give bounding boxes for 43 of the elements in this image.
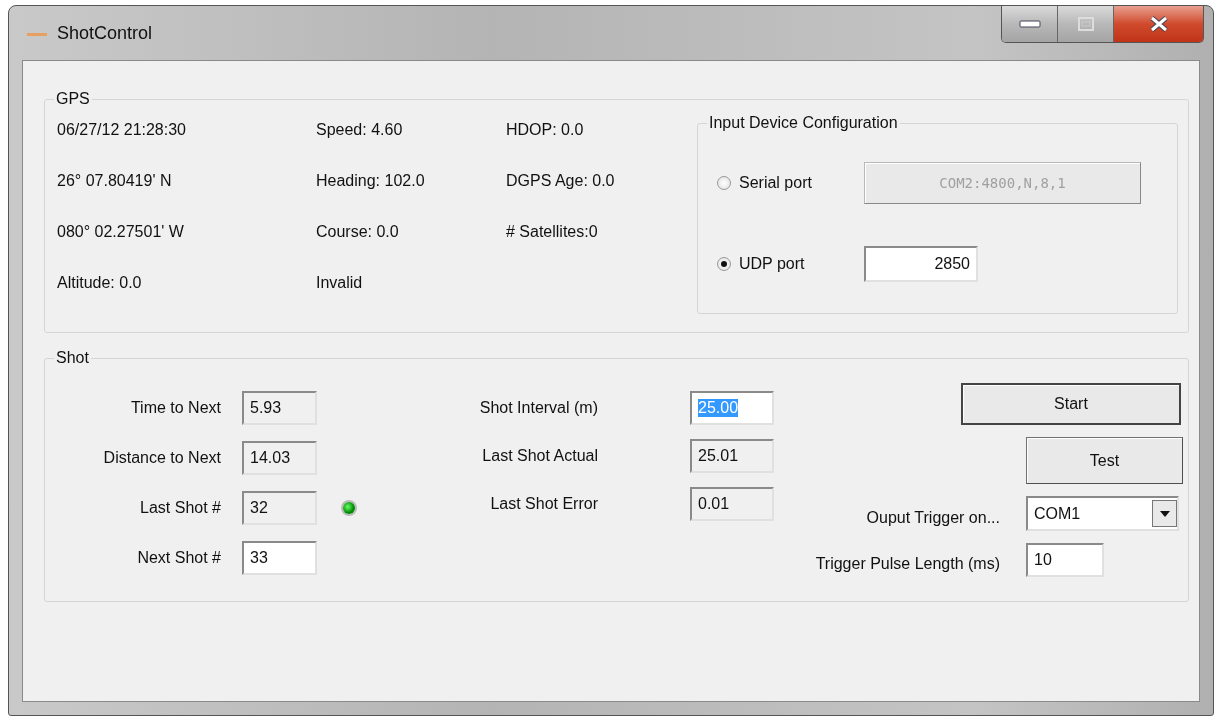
gps-reading: # Satellites:0 — [506, 222, 598, 242]
field-label: Shot Interval (m) — [479, 399, 598, 417]
readonly-field: 0.01 — [690, 487, 774, 521]
readonly-field: 14.03 — [242, 441, 317, 475]
gps-reading: Course: 0.0 — [316, 222, 399, 242]
readonly-field: 32 — [242, 491, 317, 525]
group-title: Input Device Configuration — [707, 114, 900, 132]
radio-button[interactable] — [717, 257, 731, 271]
start-button[interactable]: Start — [961, 383, 1181, 425]
radio-label: UDP port — [739, 255, 806, 273]
dropdown-arrow-icon — [1159, 510, 1170, 517]
gps-reading: HDOP: 0.0 — [506, 120, 584, 140]
readonly-field: 5.93 — [242, 391, 317, 425]
close-button[interactable] — [1114, 6, 1203, 42]
close-icon — [1148, 16, 1169, 32]
app-icon — [27, 32, 47, 36]
field-label: Last Shot # — [140, 499, 221, 517]
gps-reading: Speed: 4.60 — [316, 120, 403, 140]
field-label: Trigger Pulse Length (ms) — [815, 555, 1000, 573]
port-field[interactable]: 2850 — [864, 246, 978, 282]
minimize-button[interactable] — [1002, 6, 1058, 42]
gps-reading: Heading: 102.0 — [316, 171, 425, 191]
gps-reading: 06/27/12 21:28:30 — [57, 120, 186, 140]
field-label: Last Shot Actual — [482, 447, 598, 465]
gps-reading: 080° 02.27501' W — [57, 222, 184, 242]
readonly-field: 25.01 — [690, 439, 774, 473]
field-label: Time to Next — [130, 399, 221, 417]
gps-reading: DGPS Age: 0.0 — [506, 171, 615, 191]
window-title: ShotControl — [57, 22, 153, 44]
field-label: Ouput Trigger on... — [866, 508, 1000, 527]
trigger-dropdown[interactable]: COM1 — [1026, 496, 1179, 531]
field-label: Distance to Next — [103, 449, 221, 467]
field-label: Next Shot # — [137, 549, 221, 567]
radio-label: Serial port — [739, 174, 813, 192]
gps-reading: Altitude: 0.0 — [57, 273, 142, 293]
input-field[interactable]: 10 — [1026, 543, 1104, 577]
maximize-icon — [1077, 17, 1094, 31]
test-button[interactable]: Test — [1026, 437, 1183, 484]
minimize-icon — [1018, 20, 1041, 28]
gps-reading: Invalid — [316, 273, 363, 293]
input-field[interactable]: 33 — [242, 541, 317, 575]
field-label: Last Shot Error — [490, 495, 598, 513]
gps-reading: 26° 07.80419' N — [57, 171, 172, 191]
